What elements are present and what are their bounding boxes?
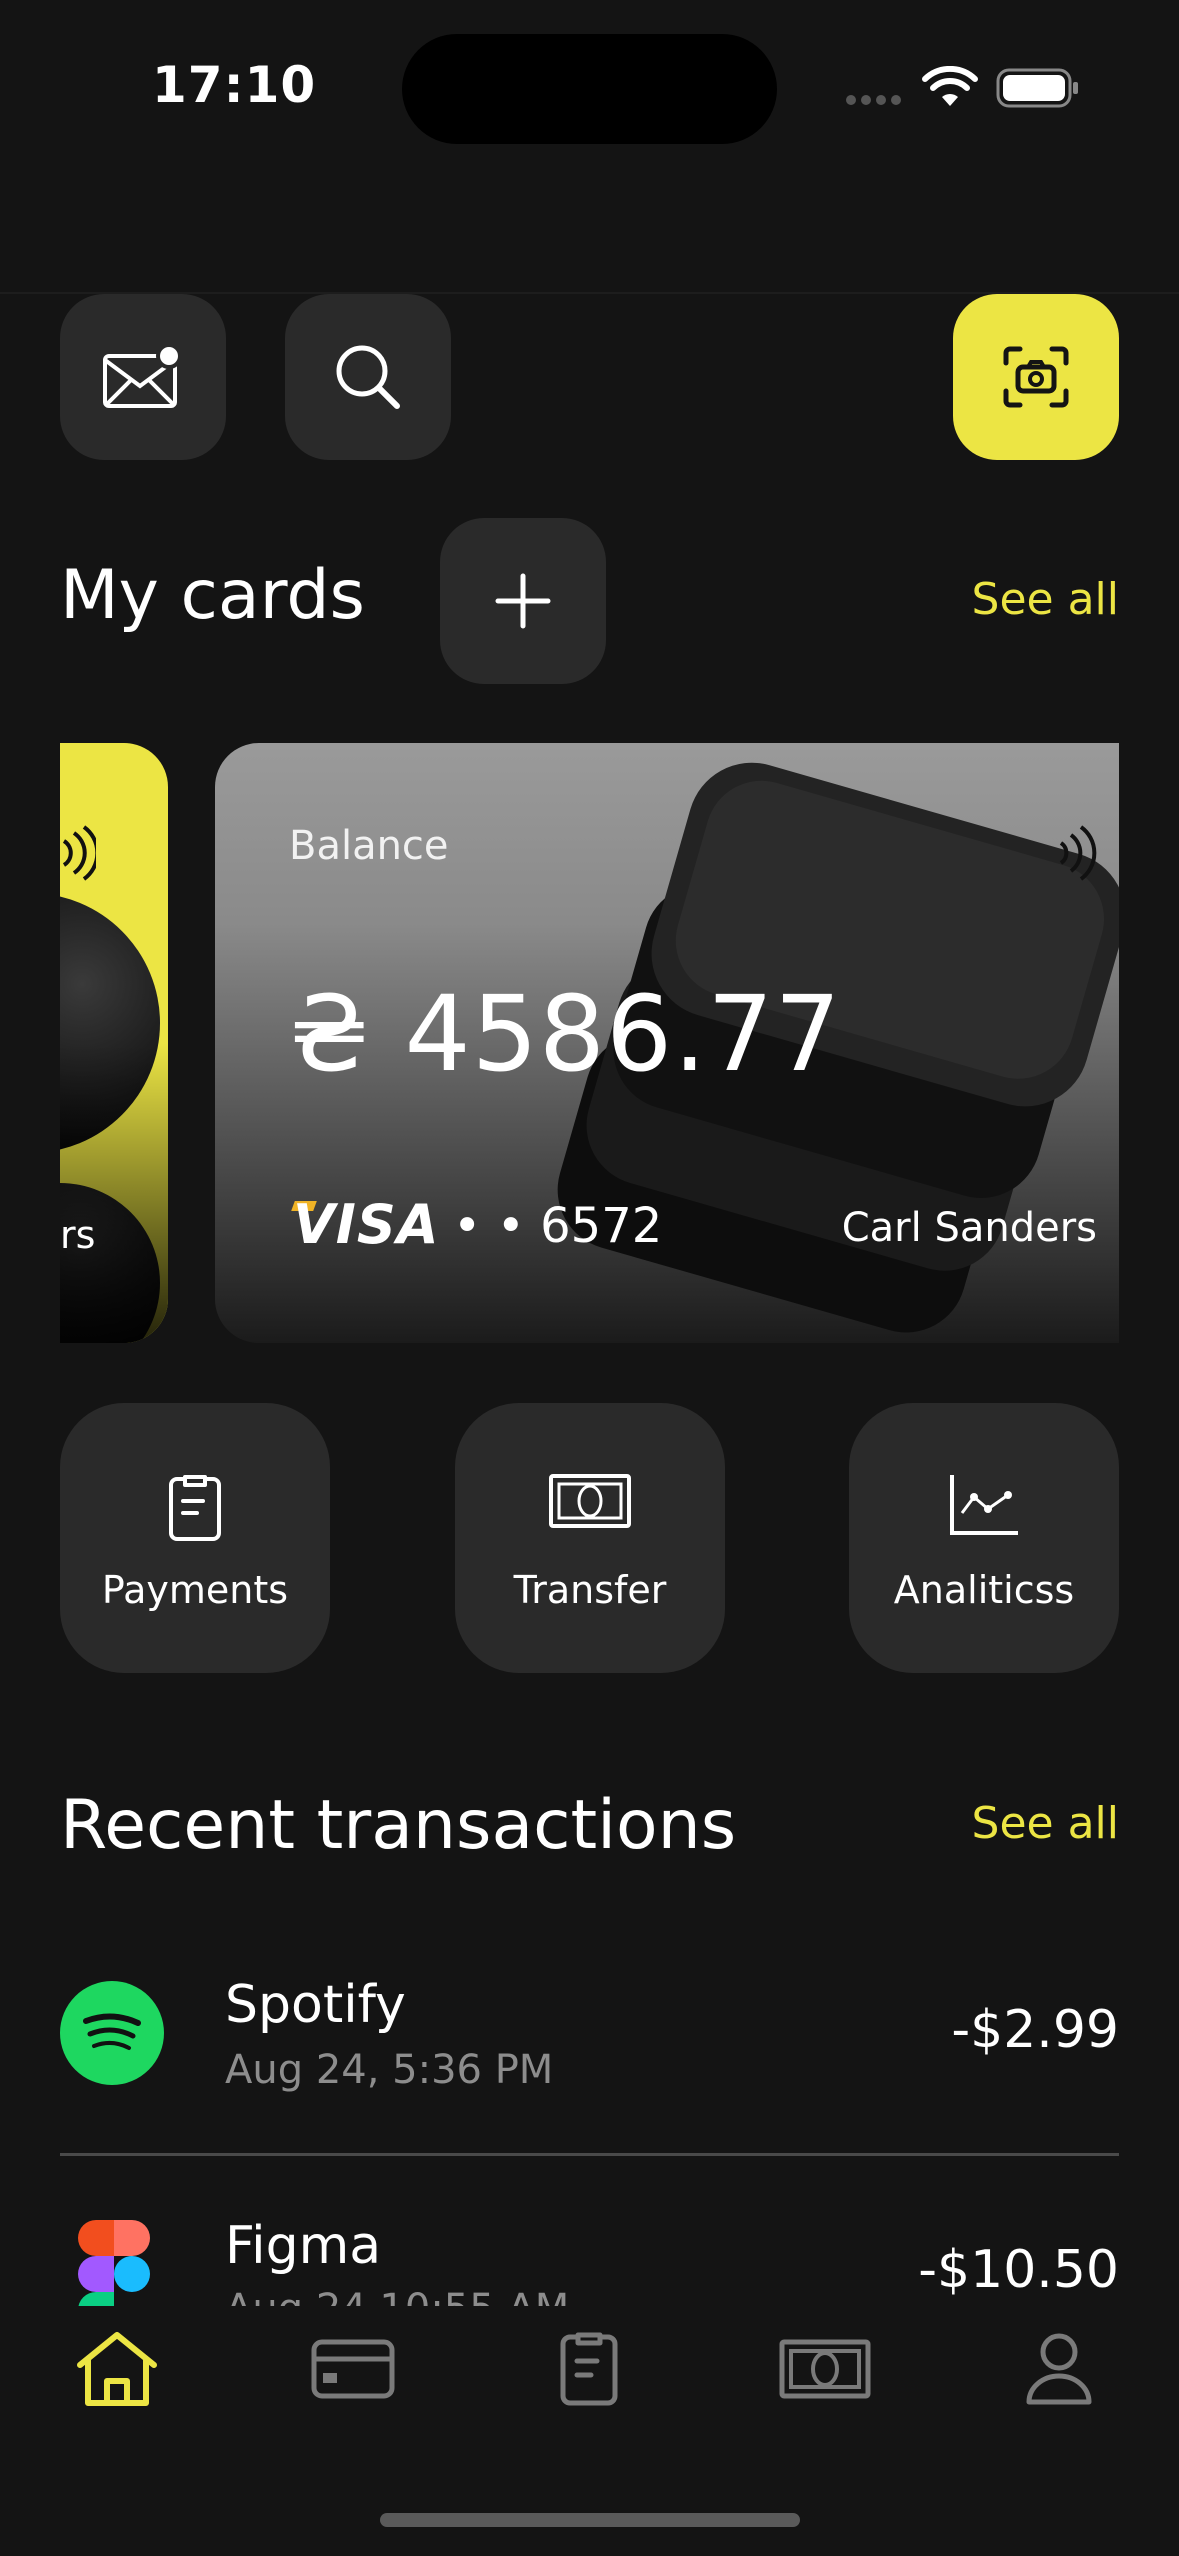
balance-amount: ₴ 4586.77: [289, 973, 842, 1095]
banknote-icon: [549, 1474, 631, 1528]
home-icon: [77, 2332, 157, 2406]
clipboard-icon: [169, 1475, 221, 1541]
tab-transfer[interactable]: [770, 2324, 880, 2414]
dynamic-island: [402, 34, 777, 144]
cellular-signal-icon: [846, 95, 901, 105]
transaction-name: Figma: [225, 2216, 382, 2276]
payments-button[interactable]: Payments: [60, 1403, 330, 1673]
chart-icon: [950, 1475, 1018, 1535]
app-screen: 17:10 My cards See all rs Balance ₴ 4586…: [0, 0, 1179, 2556]
balance-label: Balance: [289, 823, 449, 869]
contactless-icon: [1059, 825, 1097, 881]
wifi-icon: [922, 65, 978, 112]
card-number: • • 6572: [453, 1198, 663, 1254]
banknote-icon: [779, 2339, 871, 2399]
add-card-button[interactable]: [440, 518, 606, 684]
scan-button[interactable]: [953, 294, 1119, 460]
payments-label: Payments: [101, 1568, 289, 1612]
plus-icon: [495, 573, 551, 629]
status-time: 17:10: [152, 56, 317, 114]
transfer-label: Transfer: [513, 1568, 667, 1612]
home-indicator: [380, 2513, 800, 2527]
battery-icon: [996, 68, 1080, 112]
contactless-icon: [62, 825, 96, 881]
search-icon: [336, 345, 400, 409]
transaction-divider: [60, 2153, 1119, 2156]
analytics-button[interactable]: Analiticss: [849, 1403, 1119, 1673]
mail-icon: [103, 344, 182, 408]
clipboard-icon: [560, 2332, 618, 2406]
card-holder-name: Carl Sanders: [841, 1205, 1097, 1251]
card-secondary[interactable]: rs: [60, 743, 168, 1343]
cards-see-all-link[interactable]: See all: [972, 574, 1119, 625]
tab-home[interactable]: [62, 2324, 172, 2414]
profile-icon: [1026, 2333, 1092, 2405]
tab-profile[interactable]: [1004, 2324, 1114, 2414]
card-icon: [311, 2339, 395, 2399]
visa-logo: VISA: [293, 1193, 440, 1256]
analytics-label: Analiticss: [893, 1568, 1075, 1612]
transaction-amount: -$2.99: [951, 2000, 1119, 2060]
tab-cards[interactable]: [298, 2324, 408, 2414]
transaction-date: Aug 24, 5:36 PM: [225, 2047, 554, 2093]
my-cards-title: My cards: [60, 556, 365, 635]
card-main[interactable]: Balance ₴ 4586.77 VISA • • 6572 Carl San…: [215, 743, 1119, 1343]
transaction-name: Spotify: [225, 1975, 406, 2035]
messages-button[interactable]: [60, 294, 226, 460]
card-holder-name: rs: [60, 1213, 96, 1257]
search-button[interactable]: [285, 294, 451, 460]
transfer-button[interactable]: Transfer: [455, 1403, 725, 1673]
transactions-see-all-link[interactable]: See all: [972, 1798, 1119, 1849]
camera-scan-icon: [1003, 346, 1069, 408]
transaction-amount: -$10.50: [918, 2240, 1119, 2300]
recent-transactions-title: Recent transactions: [60, 1786, 737, 1865]
tab-payments[interactable]: [534, 2324, 644, 2414]
spotify-icon: [60, 1981, 164, 2085]
